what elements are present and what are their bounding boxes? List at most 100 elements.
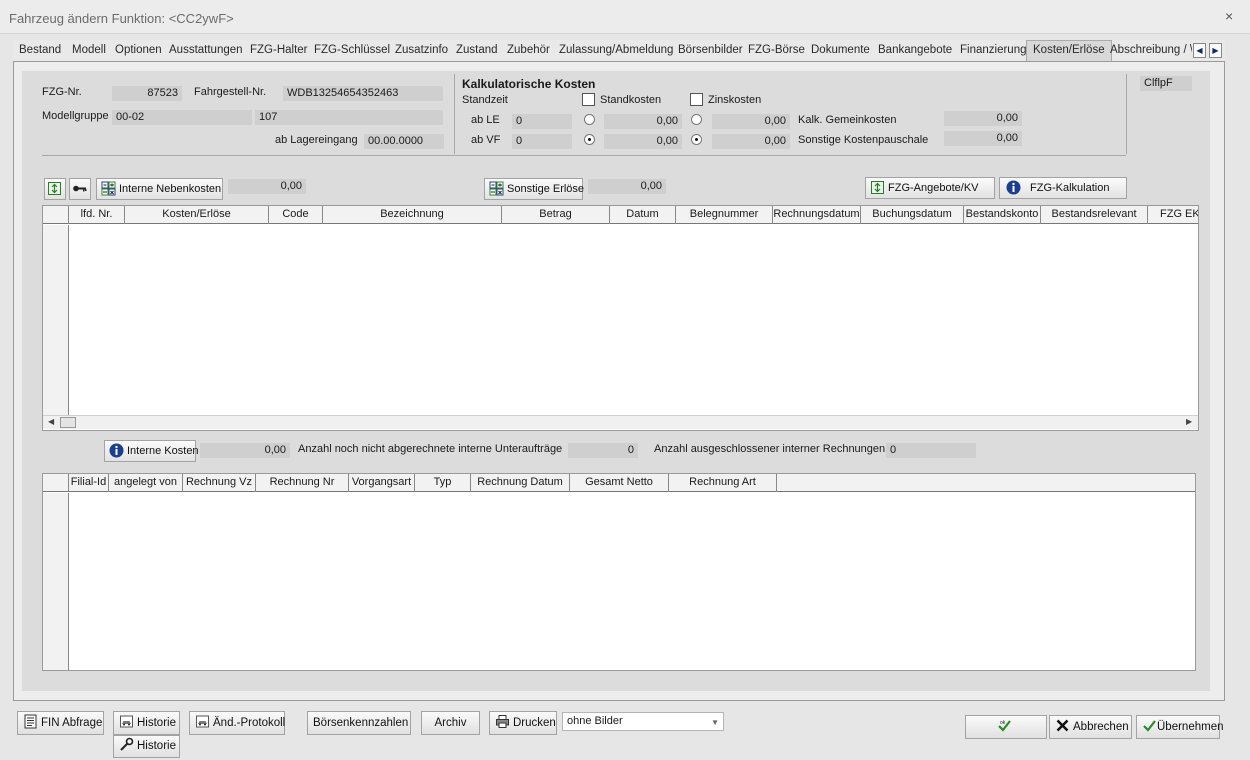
historie-button[interactable]: Historie bbox=[113, 711, 180, 735]
col-filial-id[interactable]: Filial-Id bbox=[69, 474, 109, 492]
tab-bestand[interactable]: Bestand bbox=[19, 44, 61, 56]
key-button[interactable] bbox=[69, 178, 91, 200]
col-bestandsrelevant[interactable]: Bestandsrelevant bbox=[1041, 206, 1148, 224]
col-lfd-nr[interactable]: lfd. Nr. bbox=[69, 206, 125, 224]
tab-scroll-left-icon[interactable]: ◀ bbox=[1193, 43, 1206, 58]
col-kosten-erloese[interactable]: Kosten/Erlöse bbox=[125, 206, 269, 224]
standkosten-le-radio[interactable] bbox=[584, 114, 595, 125]
fin-abfrage-button[interactable]: FIN Abfrage bbox=[17, 711, 104, 735]
fzg-nr-field[interactable]: 87523 bbox=[112, 86, 182, 101]
tab-dokumente[interactable]: Dokumente bbox=[811, 44, 870, 56]
tab-fzg-schluessel[interactable]: FZG-Schlüssel bbox=[314, 44, 390, 56]
fzg-angebote-label: FZG-Angebote/KV bbox=[888, 182, 979, 194]
col-vorgangsart[interactable]: Vorgangsart bbox=[349, 474, 415, 492]
col-rechnung-vz[interactable]: Rechnung Vz bbox=[183, 474, 256, 492]
zinskosten-le-field[interactable]: 0,00 bbox=[712, 114, 790, 129]
abbrechen-button[interactable]: Abbrechen bbox=[1049, 715, 1132, 739]
info-icon bbox=[1006, 180, 1021, 195]
scroll-left-icon[interactable]: ◀ bbox=[48, 417, 54, 426]
chevron-down-icon[interactable]: ▼ bbox=[711, 714, 719, 731]
interne-kosten-field[interactable]: 0,00 bbox=[200, 443, 290, 458]
erloese-field[interactable]: 0,00 bbox=[588, 179, 666, 194]
col-belegnummer[interactable]: Belegnummer bbox=[676, 206, 773, 224]
zinskosten-vf-field[interactable]: 0,00 bbox=[712, 134, 790, 149]
col-gesamt-netto[interactable]: Gesamt Netto bbox=[570, 474, 669, 492]
tab-kosten-erloese[interactable]: Kosten/Erlöse bbox=[1026, 40, 1112, 62]
zinskosten-checkbox[interactable] bbox=[690, 93, 703, 106]
printer-icon bbox=[495, 714, 510, 729]
scroll-thumb[interactable] bbox=[60, 417, 76, 428]
drucken-button[interactable]: Drucken bbox=[489, 711, 557, 735]
fahrgestell-field[interactable]: WDB13254654352463 bbox=[283, 86, 443, 101]
tab-scroll-right-icon[interactable]: ▶ bbox=[1209, 43, 1222, 58]
standkosten-le-field[interactable]: 0,00 bbox=[604, 114, 682, 129]
col-rechnung-nr[interactable]: Rechnung Nr bbox=[256, 474, 349, 492]
fzg-angebote-button[interactable]: FZG-Angebote/KV bbox=[865, 177, 995, 199]
tab-zulassung[interactable]: Zulassung/Abmeldung bbox=[559, 44, 673, 56]
tab-fzg-halter[interactable]: FZG-Halter bbox=[250, 44, 308, 56]
kosten-grid[interactable]: lfd. Nr. Kosten/Erlöse Code Bezeichnung … bbox=[42, 205, 1199, 431]
close-icon[interactable]: × bbox=[1225, 8, 1233, 24]
historie-label: Historie bbox=[137, 717, 176, 729]
historie-tool-button[interactable]: Historie bbox=[113, 735, 180, 758]
col-buchungsdatum[interactable]: Buchungsdatum bbox=[861, 206, 964, 224]
interne-rechnungen-header: Filial-Id angelegt von Rechnung Vz Rechn… bbox=[43, 474, 1195, 492]
tab-finanzierung[interactable]: Finanzierung bbox=[960, 44, 1026, 56]
standkosten-checkbox[interactable] bbox=[582, 93, 595, 106]
standkosten-vf-field[interactable]: 0,00 bbox=[604, 134, 682, 149]
col-fzg-ek[interactable]: FZG EK bbox=[1148, 206, 1198, 224]
lagereingang-field[interactable]: 00.00.0000 bbox=[364, 134, 444, 149]
tab-zustand[interactable]: Zustand bbox=[456, 44, 498, 56]
aend-protokoll-button[interactable]: Änd.-Protokoll bbox=[189, 711, 285, 735]
ab-vf-field[interactable]: 0 bbox=[512, 134, 572, 149]
modellgruppe-label: Modellgruppe bbox=[42, 110, 109, 122]
interne-nebenkosten-button[interactable]: Interne Nebenkosten bbox=[96, 178, 223, 200]
fahrgestell-label: Fahrgestell-Nr. bbox=[194, 86, 267, 98]
uebernehmen-button[interactable]: Übernehmen bbox=[1136, 715, 1223, 739]
druck-option-select[interactable]: ohne Bilder ▼ bbox=[562, 712, 724, 731]
col-bestandskonto[interactable]: Bestandskonto bbox=[964, 206, 1041, 224]
interne-row-header bbox=[43, 493, 69, 670]
fin-abfrage-label: FIN Abfrage bbox=[41, 717, 103, 729]
tab-ausstattungen[interactable]: Ausstattungen bbox=[169, 44, 243, 56]
ab-le-field[interactable]: 0 bbox=[512, 114, 572, 129]
tab-boersenbilder[interactable]: Börsenbilder bbox=[678, 44, 743, 56]
modell-field[interactable]: 107 bbox=[255, 110, 443, 125]
archiv-button[interactable]: Archiv bbox=[421, 711, 480, 735]
scroll-right-icon[interactable]: ▶ bbox=[1186, 417, 1192, 426]
tab-optionen[interactable]: Optionen bbox=[115, 44, 162, 56]
col-angelegt-von[interactable]: angelegt von bbox=[109, 474, 183, 492]
fzg-kalkulation-button[interactable]: FZG-Kalkulation bbox=[999, 177, 1127, 199]
modellgruppe-field[interactable]: 00-02 bbox=[112, 110, 252, 125]
zinskosten-le-radio[interactable] bbox=[691, 114, 702, 125]
kosten-horizontal-scrollbar[interactable]: ◀ ▶ bbox=[43, 415, 1198, 429]
sonstige-erloese-button[interactable]: Sonstige Erlöse bbox=[484, 178, 585, 200]
zinskosten-vf-radio[interactable] bbox=[691, 134, 702, 145]
interne-kosten-button[interactable]: Interne Kosten bbox=[104, 440, 199, 462]
col-betrag[interactable]: Betrag bbox=[502, 206, 610, 224]
gemeinkosten-field[interactable]: 0,00 bbox=[944, 111, 1022, 126]
col-rechnung-datum[interactable]: Rechnung Datum bbox=[471, 474, 570, 492]
col-code[interactable]: Code bbox=[269, 206, 323, 224]
tab-zusatzinfo[interactable]: Zusatzinfo bbox=[395, 44, 448, 56]
standkosten-vf-radio[interactable] bbox=[584, 134, 595, 145]
tab-abschreibung[interactable]: Abschreibung / \ bbox=[1110, 44, 1192, 56]
unterauftraege-field[interactable]: 0 bbox=[568, 443, 638, 458]
kostenpauschale-field[interactable]: 0,00 bbox=[944, 131, 1022, 146]
col-bezeichnung[interactable]: Bezeichnung bbox=[323, 206, 502, 224]
tab-fzg-boerse[interactable]: FZG-Börse bbox=[748, 44, 805, 56]
ausgeschlossen-field[interactable]: 0 bbox=[886, 443, 976, 458]
interne-rechnungen-grid[interactable]: Filial-Id angelegt von Rechnung Vz Rechn… bbox=[42, 473, 1196, 671]
tab-bankangebote[interactable]: Bankangebote bbox=[878, 44, 952, 56]
col-rechnungsdatum[interactable]: Rechnungsdatum bbox=[773, 206, 861, 224]
col-rechnung-art[interactable]: Rechnung Art bbox=[669, 474, 777, 492]
nebenkosten-field[interactable]: 0,00 bbox=[228, 179, 306, 194]
col-datum[interactable]: Datum bbox=[610, 206, 676, 224]
tab-zubehoer[interactable]: Zubehör bbox=[507, 44, 550, 56]
tab-modell[interactable]: Modell bbox=[72, 44, 106, 56]
sonstige-erloese-label: Sonstige Erlöse bbox=[507, 183, 585, 195]
col-typ[interactable]: Typ bbox=[415, 474, 471, 492]
refresh-button[interactable] bbox=[44, 178, 66, 200]
boersenkennzahlen-button[interactable]: Börsenkennzahlen bbox=[307, 711, 411, 735]
ok-button[interactable]: ok bbox=[965, 715, 1047, 739]
